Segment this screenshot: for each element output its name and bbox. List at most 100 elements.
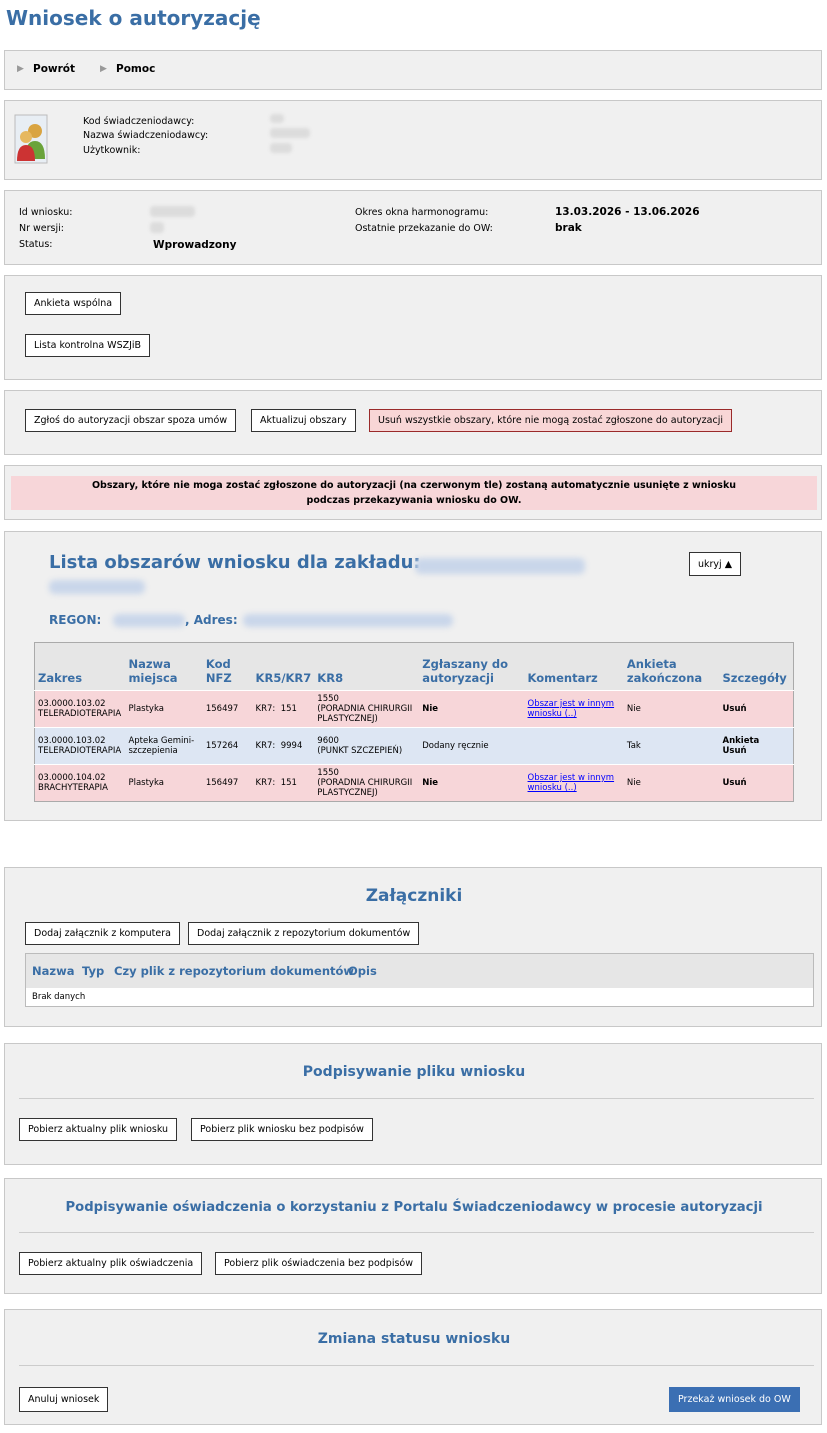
last-transfer-label: Ostatnie przekazanie do OW: [355, 223, 493, 234]
window-label: Okres okna harmonogramu: [355, 207, 489, 218]
cell-kr: KR7: 151 [252, 764, 315, 802]
col-comment: Komentarz [524, 642, 624, 691]
declaration-divider [19, 1232, 814, 1233]
request-id-redacted [150, 206, 195, 217]
report-outside-area-button[interactable]: Zgłoś do autoryzacji obszar spoza umów [25, 409, 237, 432]
provider-user-label: Użytkownik: [83, 145, 141, 156]
cell-kr: KR7: 151 [252, 690, 315, 728]
cell-nfz: 156497 [202, 764, 253, 802]
provider-panel: Kod świadczeniodawcy: Nazwa świadczeniod… [4, 100, 822, 180]
checklist-button[interactable]: Lista kontrolna WSZJiB [25, 334, 151, 357]
cell-survey: Nie [623, 764, 720, 802]
warning-panel: Obszary, które nie moga zostać zgłoszone… [4, 465, 822, 520]
cell-kr8: 9600 (PUNKT SZCZEPIEŃ) [314, 727, 420, 765]
page-title: Wniosek o autoryzację [6, 6, 261, 30]
window-value: 13.03.2026 - 13.06.2026 [555, 206, 700, 218]
comment-link[interactable]: Obszar jest w innym wniosku (..) [528, 699, 615, 719]
request-status-value: Wprowadzony [153, 239, 237, 251]
request-version-redacted [150, 222, 164, 233]
col-name: Nazwa [32, 964, 75, 978]
download-current-request-button[interactable]: Pobierz aktualny plik wniosku [19, 1118, 178, 1141]
col-type: Typ [82, 964, 105, 978]
facility-name-redacted [415, 558, 585, 574]
cell-kr8: 1550 (PORADNIA CHIRURGII PLASTYCZNEJ) [314, 690, 420, 728]
update-areas-button[interactable]: Aktualizuj obszary [251, 409, 356, 432]
col-kr5kr7: KR5/KR7 [252, 642, 315, 691]
table-row: 03.0000.104.02 BRACHYTERAPIA Plastyka 156… [34, 764, 794, 802]
col-kr8: KR8 [314, 642, 420, 691]
col-details: Szczegóły [719, 642, 794, 691]
col-desc: Opis [348, 964, 377, 978]
cell-nfz: 157264 [202, 727, 253, 765]
col-zakres: Zakres [34, 642, 126, 691]
cell-place: Plastyka [125, 690, 203, 728]
attachments-panel: Załączniki Dodaj załącznik z komputera D… [4, 867, 822, 1027]
cell-place: Plastyka [125, 764, 203, 802]
areas-header-row: Zakres Nazwa miejsca Kod NFZ KR5/KR7 KR8… [34, 642, 794, 691]
provider-name-value-redacted [270, 128, 310, 138]
regon-label: REGON: [49, 613, 102, 627]
help-link[interactable]: Pomoc [116, 63, 155, 75]
cell-comment [524, 727, 624, 765]
cancel-request-button[interactable]: Anuluj wniosek [19, 1387, 109, 1412]
cell-kr: KR7: 9994 [252, 727, 315, 765]
col-place: Nazwa miejsca [125, 642, 203, 691]
last-transfer-value: brak [555, 222, 582, 234]
provider-code-label: Kod świadczeniodawcy: [83, 116, 195, 127]
cell-zakres: 03.0000.103.02 TELERADIOTERAPIA [34, 727, 126, 765]
status-change-divider [19, 1365, 814, 1366]
cell-zakres: 03.0000.104.02 BRACHYTERAPIA [34, 764, 126, 802]
request-info-panel: Id wniosku: Nr wersji: Status: Wprowadzo… [4, 190, 822, 265]
cell-comment: Obszar jest w innym wniosku (..) [524, 764, 624, 802]
forms-panel: Ankieta wspólna Lista kontrolna WSZJiB [4, 275, 822, 380]
remove-link[interactable]: Usuń [723, 704, 790, 714]
address-value-redacted [243, 614, 453, 627]
download-current-declaration-button[interactable]: Pobierz aktualny plik oświadczenia [19, 1252, 203, 1275]
common-survey-button[interactable]: Ankieta wspólna [25, 292, 122, 315]
attachments-title: Załączniki [365, 886, 463, 906]
back-link[interactable]: Powrót [33, 63, 75, 75]
col-survey: Ankieta zakończona [623, 642, 720, 691]
col-repo: Czy plik z repozytorium dokumentów [114, 964, 355, 978]
attachments-empty: Brak danych [32, 992, 86, 1002]
areas-title: Lista obszarów wniosku dla zakładu: [49, 552, 421, 573]
regon-value-redacted [113, 614, 185, 627]
declaration-panel: Podpisywanie oświadczenia o korzystaniu … [4, 1178, 822, 1294]
col-auth: Zgłaszany do autoryzacji [419, 642, 525, 691]
warning-line-1: Obszary, które nie moga zostać zgłoszone… [91, 480, 737, 491]
cell-details: Usuń [719, 764, 794, 802]
cell-zakres: 03.0000.103.02 TELERADIOTERAPIA [34, 690, 126, 728]
hide-areas-button[interactable]: ukryj ▲ [689, 552, 742, 576]
cell-survey: Nie [623, 690, 720, 728]
users-avatar-icon [13, 113, 49, 165]
declaration-title: Podpisywanie oświadczenia o korzystaniu … [65, 1200, 763, 1215]
request-status-label: Status: [19, 239, 53, 250]
attachments-header: Nazwa Typ Czy plik z repozytorium dokume… [26, 954, 813, 988]
areas-table: Zakres Nazwa miejsca Kod NFZ KR5/KR7 KR8… [34, 642, 794, 802]
help-arrow-icon: ▶ [100, 64, 107, 74]
cell-comment: Obszar jest w innym wniosku (..) [524, 690, 624, 728]
remove-link[interactable]: Usuń [723, 746, 790, 756]
address-label: , Adres: [185, 613, 238, 627]
download-unsigned-declaration-button[interactable]: Pobierz plik oświadczenia bez podpisów [215, 1252, 422, 1275]
add-from-repository-button[interactable]: Dodaj załącznik z repozytorium dokumentó… [188, 922, 420, 945]
provider-user-value-redacted [270, 143, 292, 153]
download-unsigned-request-button[interactable]: Pobierz plik wniosku bez podpisów [191, 1118, 373, 1141]
provider-code-value-redacted [270, 114, 284, 123]
remove-link[interactable]: Usuń [723, 778, 790, 788]
warning-line-2: podczas przekazywania wniosku do OW. [306, 495, 522, 506]
cell-kr8: 1550 (PORADNIA CHIRURGII PLASTYCZNEJ) [314, 764, 420, 802]
cell-survey: Tak [623, 727, 720, 765]
cell-auth: Nie [419, 764, 525, 802]
survey-link[interactable]: Ankieta [723, 736, 790, 746]
remove-invalid-areas-button[interactable]: Usuń wszystkie obszary, które nie mogą z… [369, 409, 732, 432]
submit-request-button[interactable]: Przekaż wniosek do OW [669, 1387, 800, 1412]
comment-link[interactable]: Obszar jest w innym wniosku (..) [528, 773, 615, 793]
signing-panel: Podpisywanie pliku wniosku Pobierz aktua… [4, 1043, 822, 1165]
table-row: 03.0000.103.02 TELERADIOTERAPIA Plastyka … [34, 690, 794, 728]
cell-auth: Nie [419, 690, 525, 728]
add-from-computer-button[interactable]: Dodaj załącznik z komputera [25, 922, 180, 945]
warning-box: Obszary, które nie moga zostać zgłoszone… [11, 476, 817, 510]
signing-divider [19, 1098, 814, 1099]
cell-details: Usuń [719, 690, 794, 728]
